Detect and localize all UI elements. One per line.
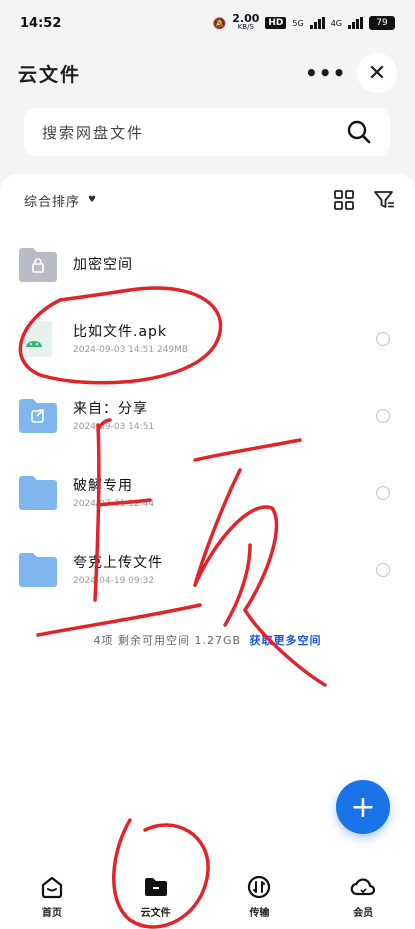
select-radio[interactable] [376,409,390,423]
status-bar: 14:52 🔕 2.00 KB/S HD 5G 4G 79 [0,0,415,46]
list-item[interactable]: 来自：分享 2024-09-03 14:51 [0,381,415,451]
transfer-icon [248,875,271,899]
filter-icon[interactable] [373,189,395,211]
select-radio[interactable] [376,486,390,500]
storage-text: 4项 剩余可用空间 1.27GB [93,634,242,647]
list-item[interactable]: 比如文件.apk 2024-09-03 14:51 249MB [0,304,415,374]
list-item[interactable]: 破解专用 2024-07-21 12:44 [0,458,415,528]
file-name: 夸克上传文件 [73,555,163,571]
share-folder-icon [19,399,57,433]
list-item[interactable]: 加密空间 [0,230,415,300]
get-more-space-link[interactable]: 获取更多空间 [250,634,322,647]
file-name: 比如文件.apk [73,324,168,340]
sort-dropdown[interactable]: 综合排序 [24,191,80,210]
storage-summary: 4项 剩余可用空间 1.27GB 获取更多空间 [0,632,415,648]
tab-member[interactable]: 会员 [333,874,393,919]
bottom-tab-bar: 首页 云文件 传输 会员 [0,864,415,929]
app-header: 云文件 ••• ✕ [0,52,415,94]
file-meta: 2024-09-03 14:51 [73,422,155,432]
cloud-member-icon [350,878,376,896]
net4g-label: 4G [330,18,342,28]
file-meta: 2024-07-21 12:44 [73,499,155,509]
signal-icon-2 [348,17,363,29]
add-button[interactable]: + [336,780,390,834]
folder-icon [19,476,57,510]
tab-home[interactable]: 首页 [22,874,82,919]
status-icons: 🔕 2.00 KB/S HD 5G 4G 79 [212,12,395,32]
lock-folder-icon [19,248,57,282]
chevron-down-icon[interactable]: ♥ [88,195,96,205]
signal-icon [309,17,325,29]
mute-icon: 🔕 [212,16,227,30]
android-apk-icon [24,321,52,357]
search-input[interactable]: 搜索网盘文件 [24,108,390,156]
file-name: 加密空间 [73,257,133,273]
battery-icon: 79 [369,16,395,30]
hd-badge: HD [265,17,287,29]
net5g-label: 5G [292,18,304,28]
more-options-button[interactable]: ••• [305,61,345,85]
tab-cloud-files[interactable]: 云文件 [126,874,186,919]
search-placeholder: 搜索网盘文件 [42,123,145,142]
select-radio[interactable] [376,563,390,577]
net-speed: 2.00 KB/S [232,12,260,31]
file-meta: 2024-04-19 09:32 [73,576,155,586]
search-icon[interactable] [346,119,372,145]
list-item[interactable]: 夸克上传文件 2024-04-19 09:32 [0,535,415,605]
close-button[interactable]: ✕ [357,53,397,93]
file-name: 来自：分享 [73,401,148,417]
folder-icon [19,553,57,587]
file-name: 破解专用 [73,478,133,494]
status-time: 14:52 [20,15,62,31]
file-meta: 2024-09-03 14:51 249MB [73,345,189,355]
grid-view-icon[interactable] [333,189,355,211]
home-icon [41,876,62,899]
page-title: 云文件 [18,63,82,86]
folder-icon [144,878,167,896]
file-list-panel: 综合排序 ♥ 加密空间 比如文件.apk 2024-09-03 14:51 24… [0,174,415,864]
select-radio[interactable] [376,332,390,346]
sort-bar: 综合排序 ♥ [24,188,395,212]
tab-transfer[interactable]: 传输 [229,874,289,919]
